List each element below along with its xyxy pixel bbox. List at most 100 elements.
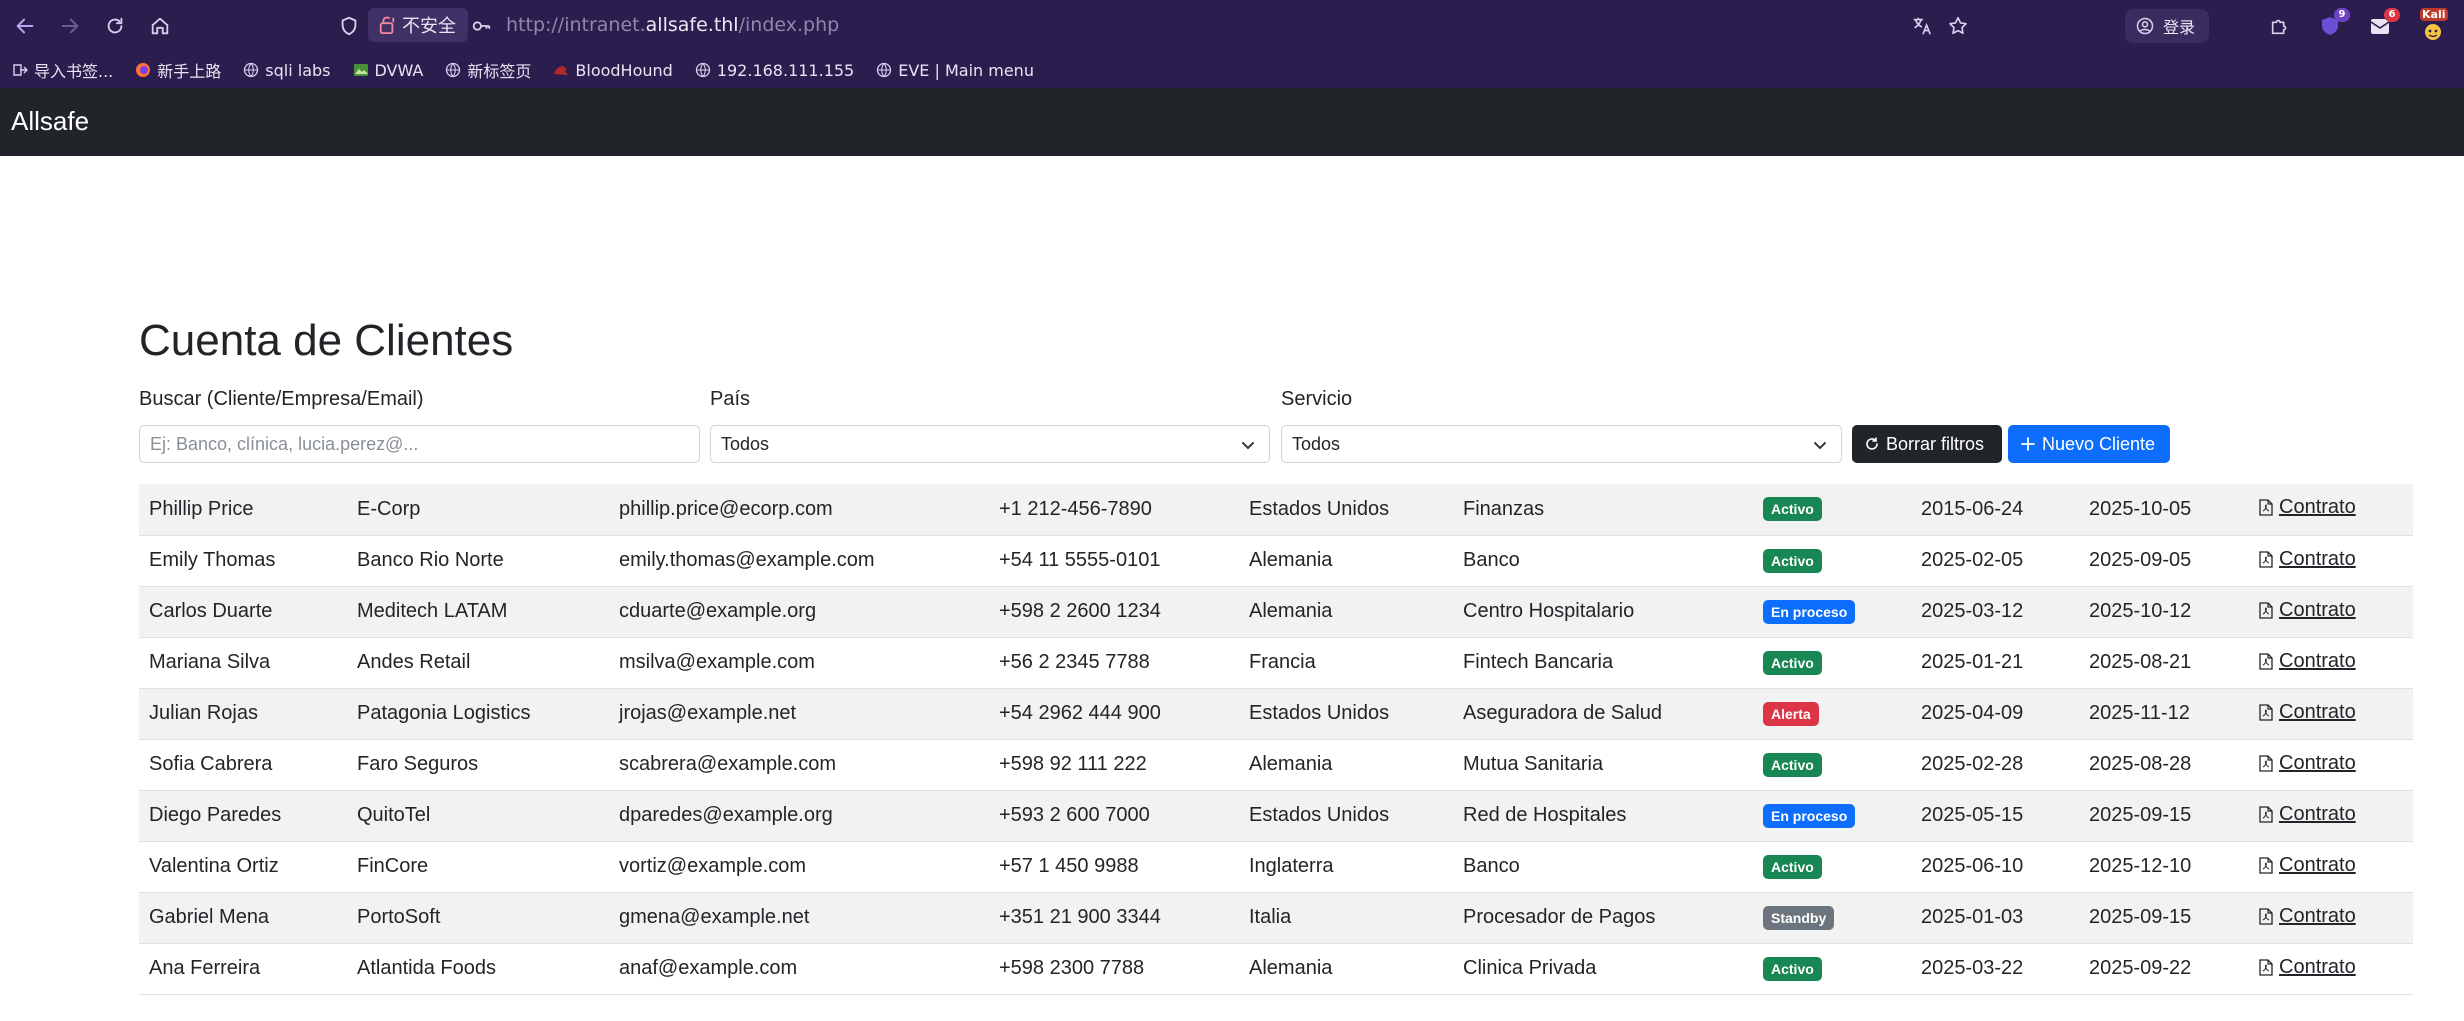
email-cell: vortiz@example.com bbox=[619, 855, 807, 877]
status-cell: En proceso bbox=[1753, 790, 1911, 841]
contract-cell: Contrato bbox=[2249, 943, 2413, 994]
reload-button[interactable] bbox=[100, 11, 130, 41]
contract-cell: Contrato bbox=[2249, 892, 2413, 943]
company-cell: Meditech LATAM bbox=[357, 600, 508, 622]
translate-button[interactable] bbox=[1908, 12, 1936, 40]
bookmark-item[interactable]: DVWA bbox=[353, 61, 423, 80]
contract-cell: Contrato bbox=[2249, 586, 2413, 637]
site-security-indicator[interactable]: 不安全 bbox=[368, 8, 468, 42]
contract-link[interactable]: Contrato bbox=[2259, 803, 2356, 826]
forward-button[interactable] bbox=[55, 11, 85, 41]
service-cell: Red de Hospitales bbox=[1463, 804, 1627, 826]
account-icon bbox=[2136, 17, 2154, 35]
phone-cell: +598 92 111 222 bbox=[999, 753, 1147, 775]
shield-icon[interactable] bbox=[338, 15, 360, 37]
contract-link[interactable]: Contrato bbox=[2259, 548, 2356, 571]
bookmark-label: sqli labs bbox=[265, 60, 331, 80]
globe-icon bbox=[876, 62, 892, 78]
home-button[interactable] bbox=[145, 11, 175, 41]
phone-cell: +598 2 2600 1234 bbox=[999, 600, 1161, 622]
contract-link[interactable]: Contrato bbox=[2259, 854, 2356, 877]
firefox-icon bbox=[135, 62, 151, 78]
bookmark-item[interactable]: BloodHound bbox=[553, 61, 673, 80]
search-input[interactable]: Ej: Banco, clínica, lucia.perez@... bbox=[139, 425, 700, 463]
clear-filters-button[interactable]: Borrar filtros bbox=[1852, 425, 2002, 463]
end-date-cell: 2025-08-28 bbox=[2089, 753, 2192, 775]
contract-link[interactable]: Contrato bbox=[2259, 496, 2356, 519]
globe-icon bbox=[243, 62, 259, 78]
pdf-file-icon bbox=[2259, 601, 2273, 619]
contract-link[interactable]: Contrato bbox=[2259, 650, 2356, 673]
company-cell: QuitoTel bbox=[357, 804, 431, 826]
phone-cell: +593 2 600 7000 bbox=[999, 804, 1150, 826]
end-date-cell: 2025-09-22 bbox=[2089, 957, 2192, 979]
start-date-cell: 2025-02-05 bbox=[1921, 549, 2024, 571]
brand-link[interactable]: Allsafe bbox=[11, 106, 89, 137]
status-badge: Activo bbox=[1763, 650, 1822, 675]
client-name-cell: Emily Thomas bbox=[149, 549, 276, 571]
url-prefix: http://intranet. bbox=[506, 14, 646, 36]
contract-link[interactable]: Contrato bbox=[2259, 701, 2356, 724]
phone-cell: +598 2300 7788 bbox=[999, 957, 1145, 979]
country-select[interactable]: Todos bbox=[710, 425, 1270, 463]
page-title: Cuenta de Clientes bbox=[139, 316, 514, 365]
bookmark-label: EVE | Main menu bbox=[898, 60, 1034, 80]
status-cell: Alerta bbox=[1753, 688, 1911, 739]
status-cell: Activo bbox=[1753, 535, 1911, 586]
new-client-button[interactable]: Nuevo Cliente bbox=[2008, 425, 2170, 463]
lock-warning-icon bbox=[379, 16, 395, 34]
app-navbar: Allsafe bbox=[0, 88, 2464, 156]
home-icon bbox=[151, 17, 169, 35]
bookmark-item[interactable]: sqli labs bbox=[243, 60, 331, 80]
login-button[interactable]: 登录 bbox=[2125, 9, 2210, 43]
contract-cell: Contrato bbox=[2249, 535, 2413, 586]
contract-link[interactable]: Contrato bbox=[2259, 599, 2356, 622]
extension-2-button[interactable]: 6 bbox=[2366, 8, 2400, 40]
contract-label: Contrato bbox=[2279, 649, 2356, 672]
service-select[interactable]: Todos bbox=[1281, 425, 1842, 463]
bookmark-item[interactable]: 192.168.111.155 bbox=[695, 61, 854, 80]
start-date-cell: 2025-01-03 bbox=[1921, 906, 2024, 928]
company-cell: Banco Rio Norte bbox=[357, 549, 504, 571]
client-name-cell: Mariana Silva bbox=[149, 651, 271, 673]
bookmark-label: 新标签页 bbox=[467, 62, 532, 81]
service-cell: Clinica Privada bbox=[1463, 957, 1597, 979]
table-row: Phillip Price E-Corp phillip.price@ecorp.c… bbox=[139, 484, 2413, 535]
profile-button[interactable]: Kali bbox=[2416, 8, 2450, 44]
bookmark-label: 新手上路 bbox=[157, 62, 222, 81]
chevron-down-icon bbox=[1242, 442, 1254, 450]
service-cell: Finanzas bbox=[1463, 497, 1545, 520]
kali-dragon-icon bbox=[2425, 24, 2441, 40]
bookmark-item[interactable]: 新标签页 bbox=[445, 58, 531, 82]
email-cell: cduarte@example.org bbox=[619, 600, 817, 622]
pdf-file-icon bbox=[2259, 499, 2273, 516]
status-badge: En proceso bbox=[1763, 803, 1856, 828]
bookmark-item[interactable]: 导入书签... bbox=[12, 58, 113, 82]
client-name-cell: Gabriel Mena bbox=[149, 906, 270, 928]
import-icon bbox=[12, 62, 28, 78]
back-button[interactable] bbox=[10, 11, 40, 41]
bookmark-item[interactable]: 新手上路 bbox=[135, 58, 221, 82]
contract-link[interactable]: Contrato bbox=[2259, 905, 2356, 928]
company-cell: Atlantida Foods bbox=[357, 957, 496, 979]
extensions-button[interactable] bbox=[2266, 12, 2294, 40]
reset-icon bbox=[1866, 437, 1878, 450]
service-cell: Banco bbox=[1463, 549, 1520, 571]
company-cell: E-Corp bbox=[357, 497, 421, 520]
extension-1-button[interactable]: 9 bbox=[2316, 8, 2350, 40]
client-name-cell: Valentina Ortiz bbox=[149, 855, 279, 877]
contract-link[interactable]: Contrato bbox=[2259, 956, 2356, 979]
email-cell: gmena@example.net bbox=[619, 906, 810, 928]
phone-cell: +1 212-456-7890 bbox=[999, 497, 1152, 520]
key-icon[interactable] bbox=[470, 15, 492, 37]
country-select-value: Todos bbox=[721, 433, 770, 454]
contract-label: Contrato bbox=[2279, 904, 2356, 927]
end-date-cell: 2025-09-15 bbox=[2089, 906, 2192, 928]
url-text[interactable]: http://intranet.allsafe.thl/index.php bbox=[506, 14, 839, 36]
bookmark-star-button[interactable] bbox=[1944, 12, 1972, 40]
bookmark-label: 导入书签... bbox=[34, 62, 114, 81]
contract-link[interactable]: Contrato bbox=[2259, 752, 2356, 775]
arrow-right-icon bbox=[61, 18, 79, 34]
status-badge: Activo bbox=[1763, 752, 1822, 777]
bookmark-item[interactable]: EVE | Main menu bbox=[876, 61, 1034, 80]
